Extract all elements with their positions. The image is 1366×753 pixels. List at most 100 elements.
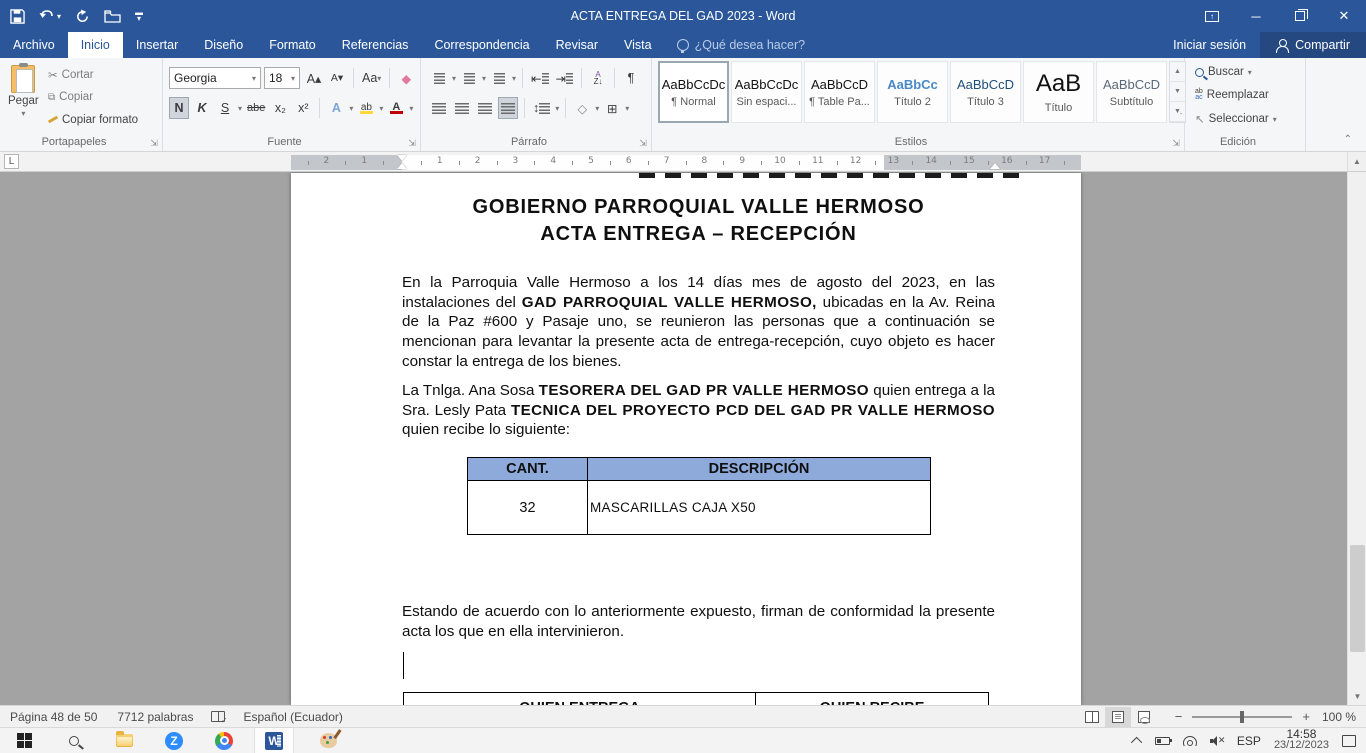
close-button[interactable]: ✕	[1322, 0, 1366, 32]
bullets-button[interactable]	[429, 67, 449, 89]
superscript-button[interactable]: x²	[293, 97, 313, 119]
start-button[interactable]	[4, 728, 44, 753]
taskbar-search-button[interactable]	[54, 728, 94, 753]
style-titulo-2[interactable]: AaBbCcTítulo 2	[877, 61, 948, 123]
ribbon-display-options-button[interactable]: ↑	[1190, 0, 1234, 32]
cut-button[interactable]: ✂Cortar	[48, 68, 94, 82]
multilevel-list-button[interactable]	[489, 67, 509, 89]
zoom-app-button[interactable]: Z	[154, 728, 194, 753]
text-effects-button[interactable]: A	[326, 97, 346, 119]
grow-font-button[interactable]: A▴	[304, 67, 324, 89]
tab-diseno[interactable]: Diseño	[191, 32, 256, 58]
underline-button[interactable]: S	[215, 97, 235, 119]
subscript-button[interactable]: x₂	[270, 97, 290, 119]
borders-button[interactable]: ⊞	[602, 97, 622, 119]
page-indicator[interactable]: Página 48 de 50	[0, 710, 107, 724]
align-right-button[interactable]	[475, 97, 495, 119]
battery-icon[interactable]	[1155, 737, 1170, 745]
paint-button[interactable]	[308, 728, 348, 753]
format-painter-button[interactable]: Copiar formato	[48, 114, 138, 126]
clear-formatting-button[interactable]: ◆	[396, 67, 416, 89]
bold-button[interactable]: N	[169, 97, 189, 119]
strikethrough-button[interactable]: abe	[245, 97, 267, 119]
signature-table[interactable]: QUIEN ENTREGA QUIEN RECIBE	[403, 692, 989, 705]
decrease-indent-button[interactable]: ⇤	[529, 67, 550, 89]
sort-button[interactable]: AZ↓	[588, 67, 608, 89]
language-indicator[interactable]: Español (Ecuador)	[233, 710, 352, 724]
find-button[interactable]: Buscar▾	[1195, 66, 1252, 78]
read-mode-button[interactable]	[1079, 707, 1105, 727]
font-family-combo[interactable]: Georgia▾	[169, 67, 261, 89]
style-sin-espaciado[interactable]: AaBbCcDcSin espaci...	[731, 61, 802, 123]
estilos-dialog-launcher[interactable]	[1171, 138, 1181, 148]
word-count[interactable]: 7712 palabras	[107, 710, 203, 724]
tab-correspondencia[interactable]: Correspondencia	[421, 32, 542, 58]
styles-scroll-down-icon[interactable]: ▼	[1170, 82, 1185, 102]
select-button[interactable]: ↖Seleccionar▾	[1195, 112, 1277, 126]
share-button[interactable]: Compartir	[1260, 32, 1366, 58]
numbering-button[interactable]	[459, 67, 479, 89]
scroll-up-icon[interactable]: ▲	[1347, 152, 1366, 171]
restore-button[interactable]	[1278, 0, 1322, 32]
tab-formato[interactable]: Formato	[256, 32, 329, 58]
paste-button[interactable]: Pegar ▾	[8, 65, 39, 118]
tab-insertar[interactable]: Insertar	[123, 32, 191, 58]
word-taskbar-button[interactable]: W	[254, 728, 294, 753]
style-normal[interactable]: AaBbCcDc¶ Normal	[658, 61, 729, 123]
collapse-ribbon-icon[interactable]: ⌃	[1344, 134, 1352, 145]
italic-button[interactable]: K	[192, 97, 212, 119]
highlight-button[interactable]: ab	[356, 97, 376, 119]
zoom-slider-thumb[interactable]	[1240, 711, 1244, 723]
web-layout-button[interactable]	[1131, 707, 1157, 727]
parrafo-dialog-launcher[interactable]	[638, 138, 648, 148]
style-subtitulo[interactable]: AaBbCcDSubtítulo	[1096, 61, 1167, 123]
print-layout-button[interactable]	[1105, 707, 1131, 727]
change-case-button[interactable]: Aa▾	[360, 67, 383, 89]
font-size-combo[interactable]: 18▾	[264, 67, 300, 89]
tab-referencias[interactable]: Referencias	[329, 32, 422, 58]
items-table[interactable]: CANT. DESCRIPCIÓN 32 MASCARILLAS CAJA X5…	[467, 457, 931, 535]
clock[interactable]: 14:58 23/12/2023	[1274, 729, 1329, 753]
volume-muted-icon[interactable]: ✕	[1210, 736, 1224, 746]
style-table-paragraph[interactable]: AaBbCcD¶ Table Pa...	[804, 61, 875, 123]
zoom-in-button[interactable]: +	[1300, 709, 1312, 724]
tab-inicio[interactable]: Inicio	[68, 32, 123, 58]
underline-dropdown-icon[interactable]: ▾	[238, 104, 242, 113]
keyboard-language[interactable]: ESP	[1237, 734, 1261, 748]
copy-button[interactable]: ⧉Copiar	[48, 91, 93, 103]
portapapeles-dialog-launcher[interactable]	[149, 138, 159, 148]
zoom-level[interactable]: 100 %	[1312, 710, 1366, 724]
signin-button[interactable]: Iniciar sesión	[1159, 32, 1260, 58]
first-line-indent-marker[interactable]	[397, 155, 407, 161]
wifi-icon[interactable]	[1183, 736, 1197, 746]
tab-vista[interactable]: Vista	[611, 32, 665, 58]
action-center-icon[interactable]	[1342, 735, 1356, 747]
align-center-button[interactable]	[452, 97, 472, 119]
hidden-icons-chevron-icon[interactable]	[1131, 736, 1142, 747]
vertical-scrollbar[interactable]: ▼	[1347, 172, 1366, 705]
justify-button[interactable]	[498, 97, 518, 119]
style-titulo[interactable]: AaBTítulo	[1023, 61, 1094, 123]
style-titulo-3[interactable]: AaBbCcDTítulo 3	[950, 61, 1021, 123]
zoom-out-button[interactable]: −	[1173, 709, 1185, 724]
pilcrow-button[interactable]: ¶	[621, 67, 641, 89]
left-indent-marker[interactable]	[397, 163, 407, 169]
scroll-down-icon[interactable]: ▼	[1348, 688, 1366, 705]
shading-button[interactable]: ◇	[572, 97, 592, 119]
zoom-slider[interactable]	[1192, 716, 1292, 718]
tellme-box[interactable]: ¿Qué desea hacer?	[665, 32, 818, 58]
replace-button[interactable]: abacReemplazar	[1195, 89, 1269, 101]
align-left-button[interactable]	[429, 97, 449, 119]
file-explorer-button[interactable]	[104, 728, 144, 753]
font-color-button[interactable]: A	[386, 97, 406, 119]
styles-scroll-up-icon[interactable]: ▲	[1170, 62, 1185, 82]
minimize-button[interactable]: ─	[1234, 0, 1278, 32]
proofing-icon[interactable]	[211, 711, 225, 722]
shrink-font-button[interactable]: A▾	[327, 67, 347, 89]
line-spacing-button[interactable]: ↕	[531, 97, 552, 119]
tab-stop-selector[interactable]: L	[4, 154, 19, 169]
fuente-dialog-launcher[interactable]	[407, 138, 417, 148]
increase-indent-button[interactable]: ⇥	[554, 67, 575, 89]
tab-archivo[interactable]: Archivo	[0, 32, 68, 58]
document-page[interactable]: GOBIERNO PARROQUIAL VALLE HERMOSO ACTA E…	[291, 173, 1081, 705]
